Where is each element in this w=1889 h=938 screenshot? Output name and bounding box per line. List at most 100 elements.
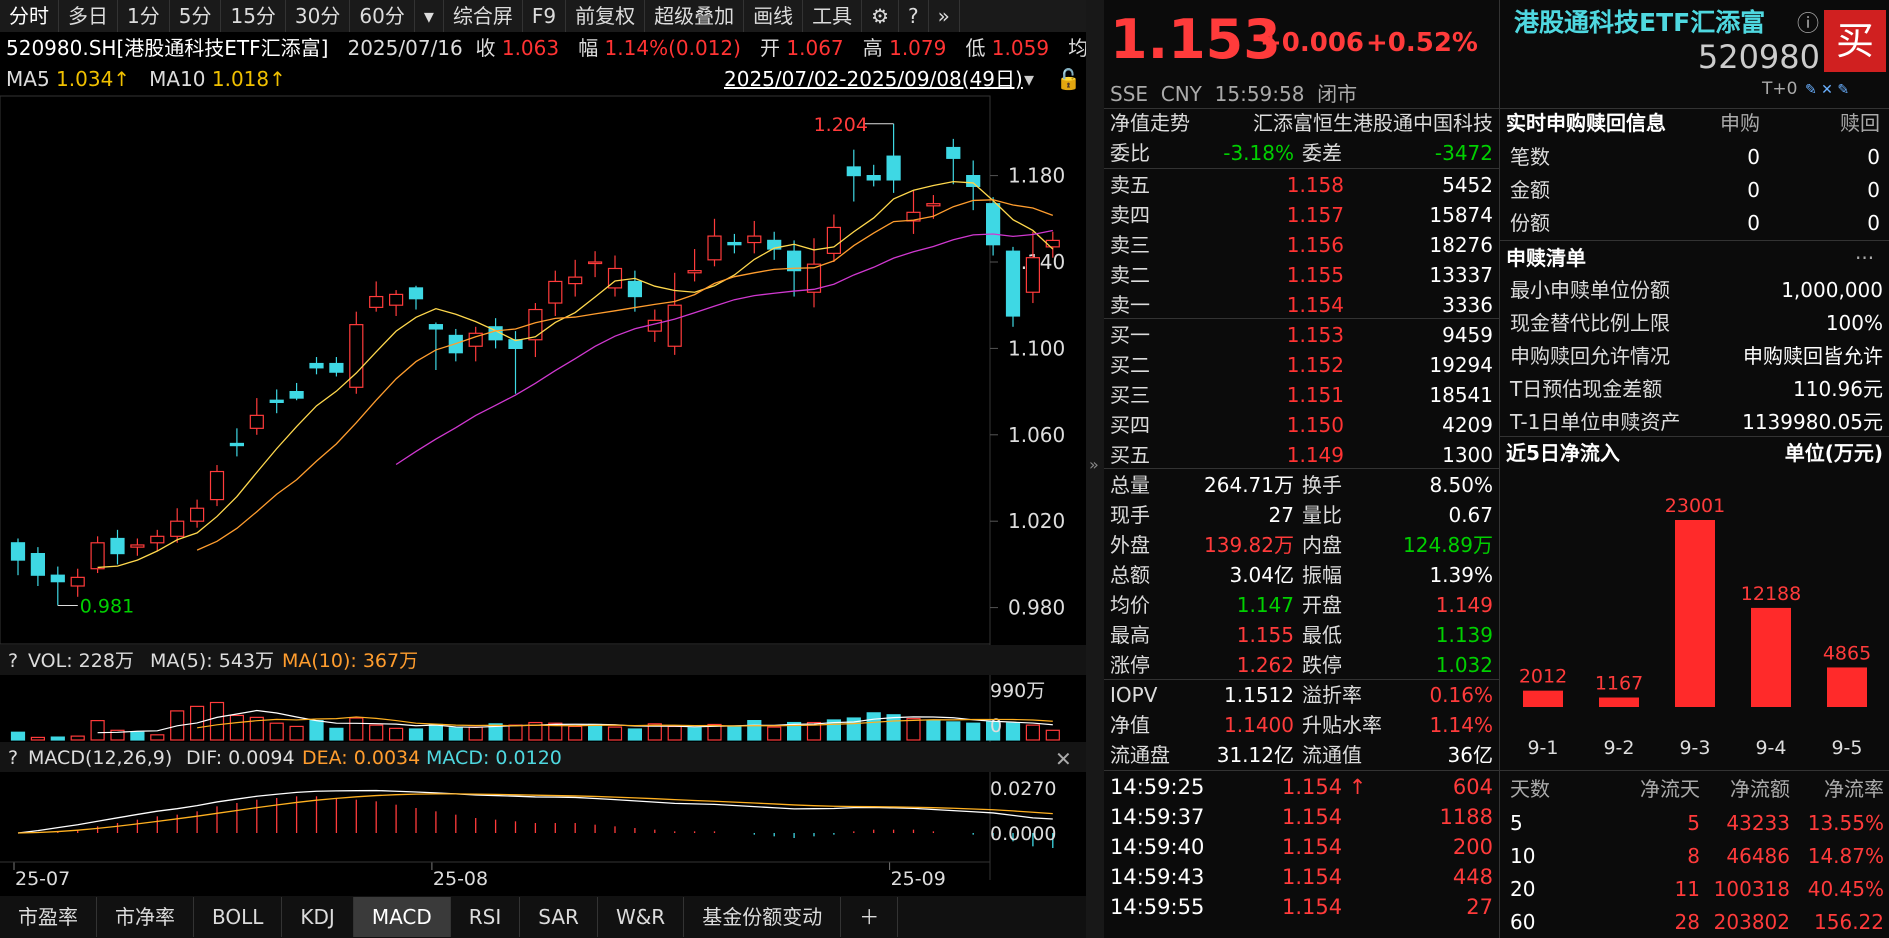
bid-price: 1.152 bbox=[1224, 350, 1344, 380]
high-annotation: 1.204 bbox=[814, 114, 868, 136]
candle-body bbox=[947, 148, 960, 159]
indicator-tab-0[interactable]: 市盈率 bbox=[0, 897, 97, 937]
panel-splitter[interactable]: » bbox=[1086, 0, 1104, 938]
subred-sell: 0 bbox=[1780, 142, 1880, 172]
netflow-value: 23001 bbox=[1665, 495, 1725, 517]
tick-volume: 200 bbox=[1393, 832, 1493, 862]
candle-body bbox=[270, 400, 283, 402]
vol-legend: MA(5): 543万 bbox=[150, 650, 274, 672]
date-tick: 25-07 bbox=[15, 868, 70, 890]
volume-bar bbox=[410, 729, 423, 740]
kline-chart[interactable]: 1.1801.1401.1001.0601.0200.9801.2040.981… bbox=[0, 0, 1086, 896]
more-icon[interactable]: ··· bbox=[1855, 243, 1874, 273]
netflow-date: 9-4 bbox=[1755, 737, 1786, 759]
volume-bar bbox=[449, 728, 462, 740]
price-tick: 1.060 bbox=[1008, 423, 1065, 447]
add-tab-icon[interactable]: ＋ bbox=[841, 897, 898, 937]
volume-bar bbox=[131, 732, 144, 740]
ask-volume: 5452 bbox=[1363, 170, 1493, 200]
sg-value: 1139980.05元 bbox=[1683, 407, 1883, 437]
candle-body bbox=[71, 577, 84, 586]
edit-icon[interactable]: ✎ ✕ ✎ bbox=[1805, 80, 1849, 100]
quote-panel: 1.153 +0.006 +0.52% SSE CNY 15:59:58 闭市 … bbox=[1104, 0, 1499, 938]
ma10-line bbox=[197, 200, 1053, 550]
nav-trend-label[interactable]: 净值走势 bbox=[1110, 108, 1190, 138]
indicator-tab-4[interactable]: MACD bbox=[354, 897, 451, 937]
tick-price: 1.154 bbox=[1282, 862, 1342, 892]
netflow-date: 9-5 bbox=[1831, 737, 1862, 759]
netflow-date: 9-1 bbox=[1527, 737, 1558, 759]
sg-label: 申购赎回允许情况 bbox=[1510, 341, 1670, 371]
expand-icon[interactable]: » bbox=[1089, 455, 1099, 474]
volume-bar bbox=[628, 729, 641, 740]
flow-cell: 46486 bbox=[1700, 841, 1790, 871]
last-price: 1.153 bbox=[1110, 10, 1281, 70]
stat-value: 1.149 bbox=[1383, 590, 1493, 620]
candle-body bbox=[1026, 258, 1039, 293]
subred-title: 实时申购赎回信息 bbox=[1506, 108, 1666, 138]
candle-body bbox=[370, 297, 383, 308]
stat-label: 最低 bbox=[1302, 620, 1342, 650]
chart-panel: 分时多日1分5分15分30分60分▾综合屏F9前复权超级叠加画线工具⚙?» 52… bbox=[0, 0, 1086, 938]
sg-label: T日预估现金差额 bbox=[1510, 374, 1662, 404]
volume-bar bbox=[569, 726, 582, 740]
buy-button[interactable]: 买 bbox=[1824, 10, 1886, 72]
indicator-tab-8[interactable]: 基金份额变动 bbox=[684, 897, 841, 937]
indicator-tab-6[interactable]: SAR bbox=[520, 897, 598, 937]
candle-body bbox=[211, 472, 224, 500]
macd-help-icon: ? bbox=[8, 747, 18, 769]
tick-volume: 448 bbox=[1393, 862, 1493, 892]
bid-label: 买三 bbox=[1110, 380, 1150, 410]
ask-volume: 13337 bbox=[1363, 260, 1493, 290]
price-tick: 1.100 bbox=[1008, 336, 1065, 360]
bid-volume: 19294 bbox=[1363, 350, 1493, 380]
ask-label: 卖三 bbox=[1110, 230, 1150, 260]
volume-bar bbox=[768, 727, 781, 740]
subred-buy: 0 bbox=[1660, 175, 1760, 205]
candle-body bbox=[330, 364, 343, 373]
stat-label: 总量 bbox=[1110, 470, 1150, 500]
ask-label: 卖一 bbox=[1110, 290, 1150, 320]
weicha-value: -3472 bbox=[1383, 138, 1493, 168]
volume-bar bbox=[310, 721, 323, 740]
flow-cell: 100318 bbox=[1700, 874, 1790, 904]
iopv-label: 流通值 bbox=[1302, 740, 1362, 770]
sg-value: 100% bbox=[1683, 308, 1883, 338]
stat-value: 1.139 bbox=[1383, 620, 1493, 650]
candle-body bbox=[310, 364, 323, 368]
info-icon[interactable]: ⓘ bbox=[1797, 10, 1819, 40]
indicator-tab-7[interactable]: W&R bbox=[598, 897, 684, 937]
netflow-title: 近5日净流入 bbox=[1506, 438, 1620, 468]
netflow-bar bbox=[1675, 520, 1715, 707]
close-icon[interactable]: ✕ bbox=[1055, 747, 1072, 771]
stat-value: 139.82万 bbox=[1184, 530, 1294, 560]
volume-bar bbox=[31, 737, 44, 740]
candle-body bbox=[12, 543, 25, 560]
macd-legend: MACD: 0.0120 bbox=[426, 747, 562, 769]
ask-price: 1.157 bbox=[1224, 200, 1344, 230]
stat-label: 总额 bbox=[1110, 560, 1150, 590]
candle-body bbox=[51, 575, 64, 581]
sg-label: 最小申赎单位份额 bbox=[1510, 275, 1670, 305]
tick-time: 14:59:55 bbox=[1110, 892, 1204, 922]
t0-tag: T+0 bbox=[1762, 78, 1797, 100]
stat-label: 换手 bbox=[1302, 470, 1342, 500]
macd-axis-bottom: 0.0000 bbox=[990, 823, 1056, 845]
candle-body bbox=[708, 236, 721, 260]
iopv-label: 净值 bbox=[1110, 710, 1150, 740]
indicator-tab-2[interactable]: BOLL bbox=[194, 897, 282, 937]
ask-label: 卖二 bbox=[1110, 260, 1150, 290]
indicator-tab-5[interactable]: RSI bbox=[451, 897, 521, 937]
indicator-tab-1[interactable]: 市净率 bbox=[97, 897, 194, 937]
indicator-tab-3[interactable]: KDJ bbox=[282, 897, 353, 937]
volume-bar bbox=[370, 725, 383, 740]
ask-price: 1.155 bbox=[1224, 260, 1344, 290]
vol-legend: VOL: 228万 bbox=[28, 650, 134, 672]
volume-bar bbox=[728, 727, 741, 740]
subred-buy: 0 bbox=[1660, 142, 1760, 172]
stat-value: 1.262 bbox=[1184, 650, 1294, 680]
subred-buy: 0 bbox=[1660, 208, 1760, 238]
macd-axis-top: 0.0270 bbox=[990, 778, 1056, 800]
iopv-value: 1.1400 bbox=[1184, 710, 1294, 740]
netflow-value: 12188 bbox=[1741, 583, 1801, 605]
